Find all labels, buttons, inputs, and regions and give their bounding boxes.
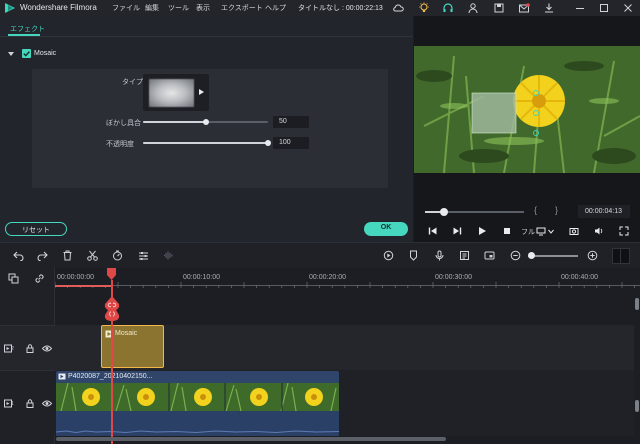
volume-icon[interactable] <box>594 226 604 236</box>
ruler-ticks <box>55 282 635 288</box>
collapse-arrow-icon[interactable] <box>8 51 14 57</box>
snapshot-icon[interactable] <box>569 226 579 236</box>
opacity-slider-fill <box>143 142 268 144</box>
timeline-horizontal-scrollbar[interactable] <box>56 437 446 441</box>
download-icon[interactable] <box>543 2 555 14</box>
mosaic-type-thumbnail[interactable] <box>149 79 194 107</box>
menu-export[interactable]: エクスポート <box>221 3 263 13</box>
play-step-icon[interactable] <box>452 226 462 236</box>
zoom-in-icon[interactable] <box>587 250 598 261</box>
speed-icon[interactable] <box>112 250 123 261</box>
cloud-icon[interactable] <box>392 2 404 14</box>
undo-icon[interactable] <box>13 250 24 261</box>
playhead-line[interactable] <box>111 280 113 444</box>
preview-frame-image <box>414 46 640 173</box>
render-icon[interactable] <box>383 250 394 261</box>
track-1-number: 1 <box>11 401 14 407</box>
video-clip-thumbnails <box>56 383 339 411</box>
ok-button[interactable]: OK <box>364 222 408 236</box>
opacity-value-input[interactable]: 100 <box>273 137 309 149</box>
played-range <box>55 285 111 287</box>
previous-frame-icon[interactable] <box>428 226 438 236</box>
mosaic-clip-label: Mosaic <box>115 330 138 337</box>
ruler-label-30: 00:00:30:00 <box>435 274 472 281</box>
marker-icon[interactable] <box>408 250 419 261</box>
preview-video[interactable] <box>414 46 640 173</box>
ruler-label-40: 00:00:40:00 <box>561 274 598 281</box>
panel-layout-toggle[interactable] <box>612 248 630 264</box>
zoom-out-icon[interactable] <box>510 250 521 261</box>
effect-name: Mosaic <box>34 50 57 57</box>
audio-mixer-icon[interactable] <box>163 250 174 261</box>
playback-quality-select[interactable]: フル <box>521 227 535 237</box>
track-2-number: 2 <box>11 346 14 352</box>
zoom-slider-thumb[interactable] <box>528 252 535 259</box>
eye-icon[interactable] <box>42 344 52 353</box>
delete-icon[interactable] <box>62 250 73 261</box>
lock-icon[interactable] <box>25 399 35 408</box>
check-icon <box>23 51 30 57</box>
ruler-label-20: 00:00:20:00 <box>309 274 346 281</box>
opacity-slider-thumb[interactable] <box>265 140 271 146</box>
tab-divider <box>0 36 413 37</box>
blur-value-input[interactable]: 50 <box>273 116 309 128</box>
blur-slider-thumb[interactable] <box>203 119 209 125</box>
mix-icon[interactable] <box>459 250 470 261</box>
account-icon[interactable] <box>467 2 479 14</box>
fullscreen-icon[interactable] <box>619 226 629 236</box>
add-track-icon[interactable] <box>8 273 19 284</box>
adjust-icon[interactable] <box>138 250 149 261</box>
stop-icon[interactable] <box>502 226 512 236</box>
minimize-icon[interactable] <box>574 2 586 14</box>
layout-divider <box>620 249 621 263</box>
mark-in-button[interactable]: { <box>534 205 537 215</box>
ruler-label-0: 00:00:00:00 <box>57 274 94 281</box>
tab-effect[interactable]: エフェクト <box>10 24 45 34</box>
filmora-logo-icon <box>5 3 15 13</box>
menu-edit[interactable]: 編集 <box>145 3 159 13</box>
redo-icon[interactable] <box>37 250 48 261</box>
playhead-handle-icon[interactable] <box>107 268 116 280</box>
save-icon[interactable] <box>493 2 505 14</box>
pip-icon[interactable] <box>484 250 495 261</box>
audio-waveform <box>56 411 339 436</box>
video-clip-icon <box>58 373 66 380</box>
maximize-icon[interactable] <box>598 2 610 14</box>
preview-timecode: 00:00:04:13 <box>578 205 630 218</box>
close-icon[interactable] <box>622 2 634 14</box>
ruler-label-10: 00:00:10:00 <box>183 274 220 281</box>
zoom-slider-track[interactable] <box>528 255 578 257</box>
project-title: タイトルなし : 00:00:22:13 <box>298 5 383 12</box>
mail-icon[interactable] <box>518 2 530 14</box>
mark-out-button[interactable]: } <box>555 205 558 215</box>
dropdown-arrow-icon[interactable] <box>199 89 204 95</box>
menu-help[interactable]: ヘルプ <box>265 3 286 13</box>
app-title: Wondershare Filmora <box>20 3 97 12</box>
type-label: タイプ <box>122 79 143 86</box>
chevron-down-icon[interactable] <box>548 229 554 234</box>
cut-icon[interactable] <box>87 250 98 261</box>
reset-button[interactable]: リセット <box>5 222 67 236</box>
blur-label: ぼかし具合 <box>106 120 141 127</box>
play-icon[interactable] <box>477 226 487 236</box>
voiceover-icon[interactable] <box>434 250 445 261</box>
timeline-vertical-scrollbar[interactable] <box>635 298 639 310</box>
display-settings-icon[interactable] <box>536 226 546 236</box>
bulb-icon[interactable] <box>418 2 430 14</box>
menu-file[interactable]: ファイル <box>112 3 140 13</box>
menu-view[interactable]: 表示 <box>196 3 210 13</box>
menu-tools[interactable]: ツール <box>168 3 189 13</box>
effect-settings-box <box>32 69 388 188</box>
effect-enabled-checkbox[interactable] <box>22 49 31 58</box>
headset-icon[interactable] <box>442 2 454 14</box>
eye-icon[interactable] <box>42 399 52 408</box>
blur-slider-fill <box>143 121 206 123</box>
track-scrollbar[interactable] <box>635 400 639 412</box>
link-icon[interactable] <box>34 273 45 284</box>
lock-icon[interactable] <box>25 344 35 353</box>
preview-scrub-thumb[interactable] <box>440 208 448 216</box>
opacity-label: 不透明度 <box>106 141 134 148</box>
